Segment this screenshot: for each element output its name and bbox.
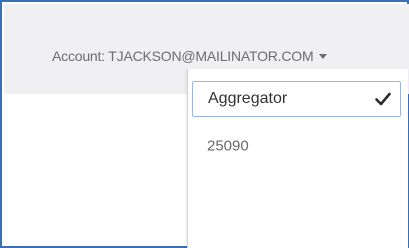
account-dropdown-toggle[interactable]: Account: TJACKSON@MAILINATOR.COM [52,48,328,64]
window-frame: Account: TJACKSON@MAILINATOR.COM Aggrega… [0,0,409,248]
dropdown-item-label: 25090 [207,137,249,155]
caret-down-icon [319,53,328,59]
dropdown-item-aggregator[interactable]: Aggregator [192,81,401,117]
dropdown-item-25090[interactable]: 25090 [192,128,401,164]
account-dropdown-menu: Aggregator 25090 [187,69,408,248]
checkmark-icon [375,92,391,106]
dropdown-item-label: Aggregator [208,90,288,107]
account-label: Account: TJACKSON@MAILINATOR.COM [52,48,314,64]
